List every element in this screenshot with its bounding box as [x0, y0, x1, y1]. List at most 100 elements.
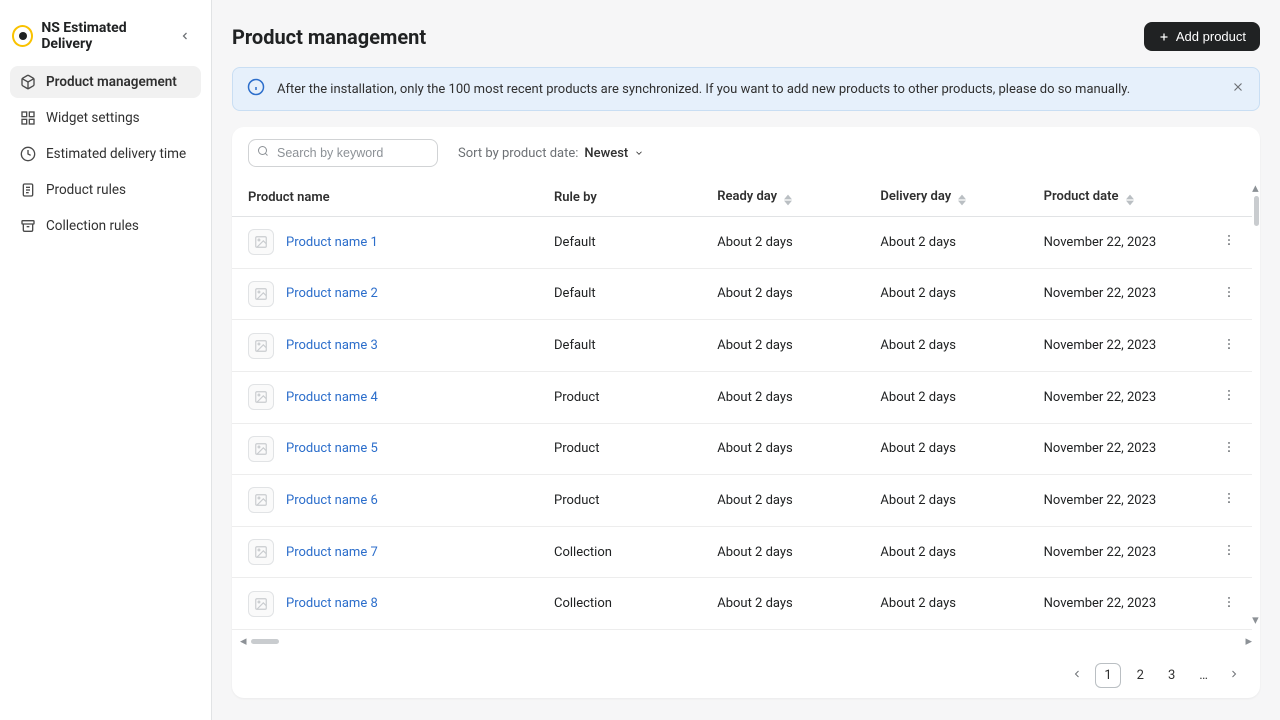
rule-cell: Product — [538, 475, 701, 527]
clock-icon — [20, 146, 36, 162]
collapse-sidebar-button[interactable] — [176, 26, 195, 46]
banner-text: After the installation, only the 100 mos… — [277, 82, 1219, 97]
pagination-next[interactable] — [1224, 664, 1244, 688]
scroll-right-icon[interactable]: ▸ — [1245, 634, 1252, 649]
image-placeholder-icon — [248, 229, 274, 255]
sidebar-item-product-rules[interactable]: Product rules — [10, 174, 201, 206]
row-menu-button[interactable] — [1201, 526, 1252, 578]
scroll-down-icon[interactable]: ▾ — [1252, 613, 1260, 628]
sidebar-item-label: Product management — [46, 74, 177, 90]
table-card: Sort by product date: Newest Product nam… — [232, 127, 1260, 698]
scroll-up-icon[interactable]: ▴ — [1252, 181, 1260, 196]
date-cell: November 22, 2023 — [1028, 578, 1201, 630]
image-placeholder-icon — [248, 539, 274, 565]
sort-control[interactable]: Sort by product date: Newest — [458, 146, 644, 161]
add-product-button[interactable]: Add product — [1144, 22, 1260, 51]
product-link[interactable]: Product name 3 — [286, 338, 378, 353]
row-menu-button[interactable] — [1201, 268, 1252, 320]
row-menu-button[interactable] — [1201, 217, 1252, 269]
ready-cell: About 2 days — [701, 526, 864, 578]
rule-cell: Default — [538, 320, 701, 372]
scrollbar-thumb[interactable] — [251, 639, 279, 644]
table-row: Product name 7 Collection About 2 days A… — [232, 526, 1252, 578]
th-product-name[interactable]: Product name — [232, 179, 538, 217]
table-row: Product name 8 Collection About 2 days A… — [232, 578, 1252, 630]
pagination: 1 2 3 … — [232, 653, 1260, 698]
pagination-ellipsis: … — [1191, 664, 1216, 687]
brand: NS Estimated Delivery — [12, 20, 176, 52]
product-link[interactable]: Product name 6 — [286, 493, 378, 508]
archive-icon — [20, 218, 36, 234]
sort-icon — [958, 194, 966, 206]
sidebar-item-label: Collection rules — [46, 218, 139, 234]
th-product-date[interactable]: Product date — [1028, 179, 1201, 217]
product-link[interactable]: Product name 7 — [286, 545, 378, 560]
delivery-cell: About 2 days — [864, 475, 1027, 527]
image-placeholder-icon — [248, 436, 274, 462]
scroll-left-icon[interactable]: ◂ — [240, 634, 247, 649]
table-row: Product name 1 Default About 2 days Abou… — [232, 217, 1252, 269]
image-placeholder-icon — [248, 591, 274, 617]
horizontal-scrollbar[interactable]: ◂ ▸ — [232, 630, 1260, 653]
rule-cell: Default — [538, 217, 701, 269]
box-icon — [20, 74, 36, 90]
delivery-cell: About 2 days — [864, 320, 1027, 372]
date-cell: November 22, 2023 — [1028, 475, 1201, 527]
sidebar-item-widget-settings[interactable]: Widget settings — [10, 102, 201, 134]
main: Product management Add product After the… — [212, 0, 1280, 720]
date-cell: November 22, 2023 — [1028, 526, 1201, 578]
search-wrap — [248, 139, 438, 167]
sort-value: Newest — [584, 146, 628, 161]
sidebar-item-label: Widget settings — [46, 110, 140, 126]
delivery-cell: About 2 days — [864, 217, 1027, 269]
widget-icon — [20, 110, 36, 126]
ready-cell: About 2 days — [701, 320, 864, 372]
search-input[interactable] — [248, 139, 438, 167]
rule-cell: Collection — [538, 578, 701, 630]
ready-cell: About 2 days — [701, 268, 864, 320]
product-link[interactable]: Product name 1 — [286, 235, 378, 250]
sidebar-item-collection-rules[interactable]: Collection rules — [10, 210, 201, 242]
th-delivery-day[interactable]: Delivery day — [864, 179, 1027, 217]
th-ready-day[interactable]: Ready day — [701, 179, 864, 217]
row-menu-button[interactable] — [1201, 578, 1252, 630]
add-product-label: Add product — [1176, 29, 1246, 44]
logo-icon — [12, 25, 33, 47]
pagination-page-3[interactable]: 3 — [1160, 664, 1183, 687]
pagination-prev[interactable] — [1067, 664, 1087, 688]
delivery-cell: About 2 days — [864, 371, 1027, 423]
product-link[interactable]: Product name 4 — [286, 390, 378, 405]
product-link[interactable]: Product name 8 — [286, 596, 378, 611]
pagination-page-1[interactable]: 1 — [1095, 663, 1120, 688]
date-cell: November 22, 2023 — [1028, 371, 1201, 423]
close-banner-button[interactable] — [1231, 80, 1245, 98]
image-placeholder-icon — [248, 333, 274, 359]
sidebar-item-product-management[interactable]: Product management — [10, 66, 201, 98]
info-icon — [247, 78, 265, 100]
document-icon — [20, 182, 36, 198]
brand-name: NS Estimated Delivery — [41, 20, 175, 52]
row-menu-button[interactable] — [1201, 475, 1252, 527]
ready-cell: About 2 days — [701, 475, 864, 527]
row-menu-button[interactable] — [1201, 371, 1252, 423]
rule-cell: Collection — [538, 526, 701, 578]
scrollbar-thumb[interactable] — [1254, 196, 1259, 226]
page-header: Product management Add product — [232, 22, 1260, 51]
row-menu-button[interactable] — [1201, 320, 1252, 372]
table-row: Product name 4 Product About 2 days Abou… — [232, 371, 1252, 423]
product-link[interactable]: Product name 2 — [286, 286, 378, 301]
th-rule-by[interactable]: Rule by — [538, 179, 701, 217]
vertical-scrollbar[interactable]: ▴ ▾ — [1252, 179, 1260, 630]
product-link[interactable]: Product name 5 — [286, 441, 378, 456]
rule-cell: Product — [538, 371, 701, 423]
pagination-page-2[interactable]: 2 — [1129, 664, 1152, 687]
sidebar-item-estimated-delivery[interactable]: Estimated delivery time — [10, 138, 201, 170]
row-menu-button[interactable] — [1201, 423, 1252, 475]
sidebar-item-label: Estimated delivery time — [46, 146, 186, 162]
rule-cell: Default — [538, 268, 701, 320]
delivery-cell: About 2 days — [864, 578, 1027, 630]
rule-cell: Product — [538, 423, 701, 475]
table-row: Product name 6 Product About 2 days Abou… — [232, 475, 1252, 527]
chevron-down-icon — [634, 148, 644, 158]
ready-cell: About 2 days — [701, 578, 864, 630]
